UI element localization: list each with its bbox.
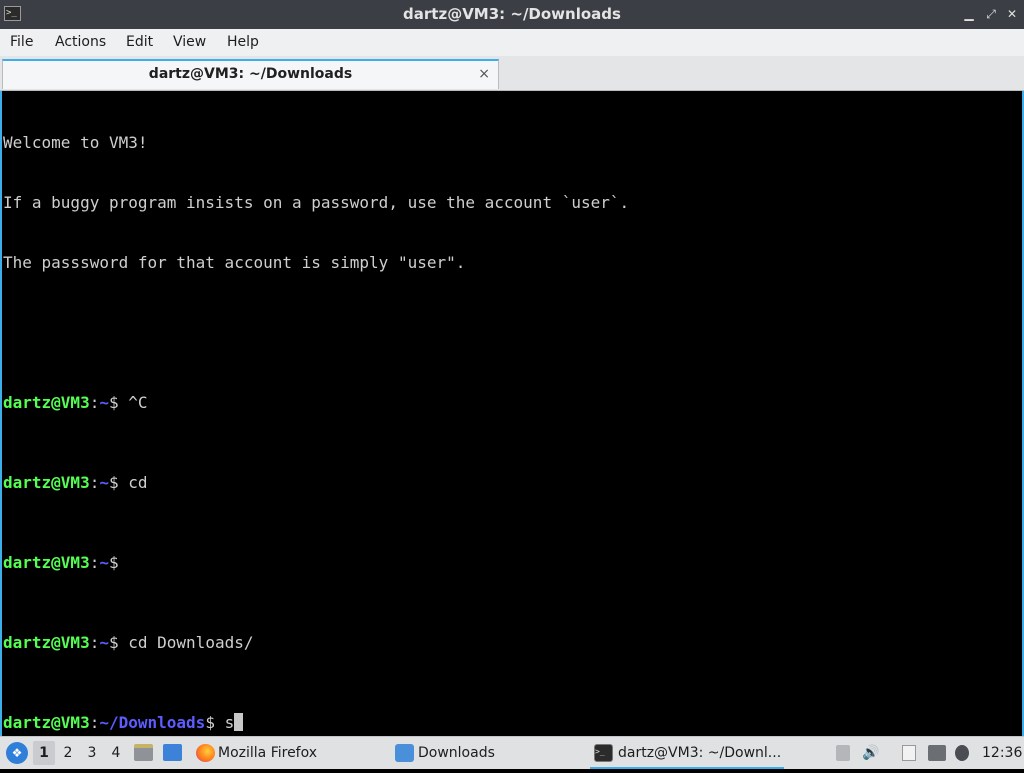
task-downloads[interactable]: Downloads [390,737,580,769]
welcome-line: Welcome to VM3! [3,133,148,152]
terminal-output: Welcome to VM3! If a buggy program insis… [3,93,629,773]
close-icon[interactable]: ✕ [1003,5,1021,23]
network-icon[interactable] [928,745,946,761]
workspace-3[interactable]: 3 [81,741,103,765]
maximize-icon[interactable]: ⤢ [982,5,1000,23]
prompt-path: ~ [99,633,109,652]
text-cursor [234,713,244,731]
volume-icon[interactable]: 🔊 [862,745,880,761]
keyboard-layout-icon[interactable] [836,745,850,761]
prompt-path: ~/Downloads [99,713,206,732]
task-firefox[interactable]: Mozilla Firefox [192,737,382,769]
app-menu-icon[interactable]: ❖ [6,742,28,764]
task-label: dartz@VM3: ~/Downl... [618,745,782,761]
folder-icon [395,744,414,762]
terminal-view[interactable]: Welcome to VM3! If a buggy program insis… [0,91,1024,736]
welcome-line: The passsword for that account is simply… [3,253,466,272]
prompt-line-current[interactable]: dartz@VM3:~/Downloads$ s [3,713,629,733]
prompt-symbol: $ [205,713,225,732]
title-bar: >_ dartz@VM3: ~/Downloads ▁ ⤢ ✕ [0,0,1024,30]
prompt-line: dartz@VM3:~$ cd Downloads/ [3,633,629,653]
prompt-separator: : [89,393,100,412]
menu-bar: File Actions Edit View Help [0,29,1024,56]
prompt-command[interactable]: s [225,713,235,732]
workspace-2[interactable]: 2 [57,741,79,765]
minimize-icon[interactable]: ▁ [960,5,978,23]
firefox-icon [196,744,215,762]
terminal-icon: >_ [594,744,613,762]
show-desktop-icon[interactable] [163,744,182,761]
prompt-path: ~ [99,393,109,412]
prompt-symbol: $ [108,393,129,412]
tab-label: dartz@VM3: ~/Downloads [148,66,353,82]
prompt-separator: : [89,553,100,572]
prompt-line: dartz@VM3:~$ ^C [3,393,629,413]
welcome-line: If a buggy program insists on a password… [3,193,630,212]
tab-close-icon[interactable]: × [478,61,490,88]
prompt-line: dartz@VM3:~$ cd [3,473,629,493]
prompt-user: dartz@VM3 [3,553,90,572]
window-title: dartz@VM3: ~/Downloads [403,5,621,23]
task-terminal[interactable]: >_ dartz@VM3: ~/Downl... [590,737,784,769]
workspace-4[interactable]: 4 [105,741,127,765]
task-label: Downloads [418,745,495,761]
prompt-user: dartz@VM3 [3,713,90,732]
prompt-symbol: $ [108,553,129,572]
clipboard-icon[interactable] [902,745,916,761]
menu-view[interactable]: View [173,29,206,56]
tab-terminal[interactable]: dartz@VM3: ~/Downloads × [2,59,499,89]
prompt-path: ~ [99,553,109,572]
prompt-symbol: $ [108,473,129,492]
prompt-user: dartz@VM3 [3,473,90,492]
update-icon[interactable] [955,745,969,761]
menu-edit[interactable]: Edit [126,29,153,56]
prompt-path: ~ [99,473,109,492]
prompt-user: dartz@VM3 [3,393,90,412]
menu-help[interactable]: Help [227,29,259,56]
menu-file[interactable]: File [10,29,33,56]
task-label: Mozilla Firefox [218,745,318,761]
prompt-separator: : [89,713,100,732]
prompt-command: ^C [128,393,148,412]
workspace-1[interactable]: 1 [33,741,55,765]
prompt-symbol: $ [108,633,129,652]
prompt-separator: : [89,473,100,492]
prompt-line: dartz@VM3:~$ [3,553,629,573]
prompt-separator: : [89,633,100,652]
prompt-command: cd Downloads/ [128,633,254,652]
clock[interactable]: 12:36 [982,737,1022,769]
tab-bar: dartz@VM3: ~/Downloads × [0,56,1024,91]
prompt-user: dartz@VM3 [3,633,90,652]
prompt-command: cd [128,473,148,492]
taskbar: ❖ 1 2 3 4 Mozilla Firefox Downloads >_ d… [0,736,1024,769]
file-manager-launcher-icon[interactable] [134,744,153,761]
menu-actions[interactable]: Actions [55,29,106,56]
